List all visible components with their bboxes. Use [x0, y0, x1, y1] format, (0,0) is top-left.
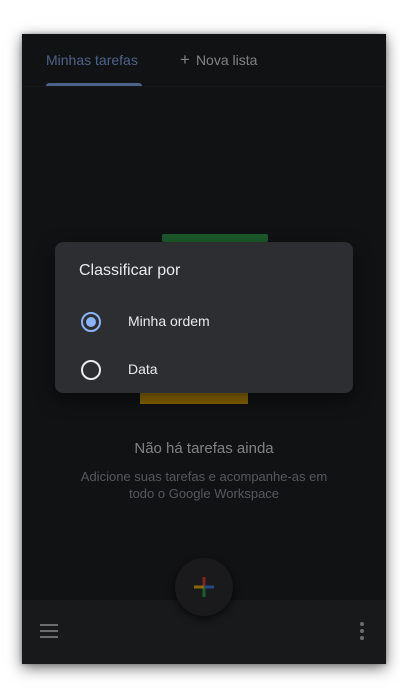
- option-label: Minha ordem: [128, 313, 210, 329]
- sort-option-data[interactable]: Data: [55, 348, 353, 392]
- radio-unselected-icon[interactable]: [81, 360, 101, 380]
- sort-option-minha-ordem[interactable]: Minha ordem: [55, 300, 353, 344]
- app-screen: Minhas tarefas + Nova lista Não há tarefa…: [22, 34, 386, 664]
- sort-dialog: Classificar por Minha ordem Data: [55, 242, 353, 393]
- option-label: Data: [128, 361, 158, 377]
- dialog-title: Classificar por: [79, 262, 181, 279]
- radio-selected-icon[interactable]: [81, 312, 101, 332]
